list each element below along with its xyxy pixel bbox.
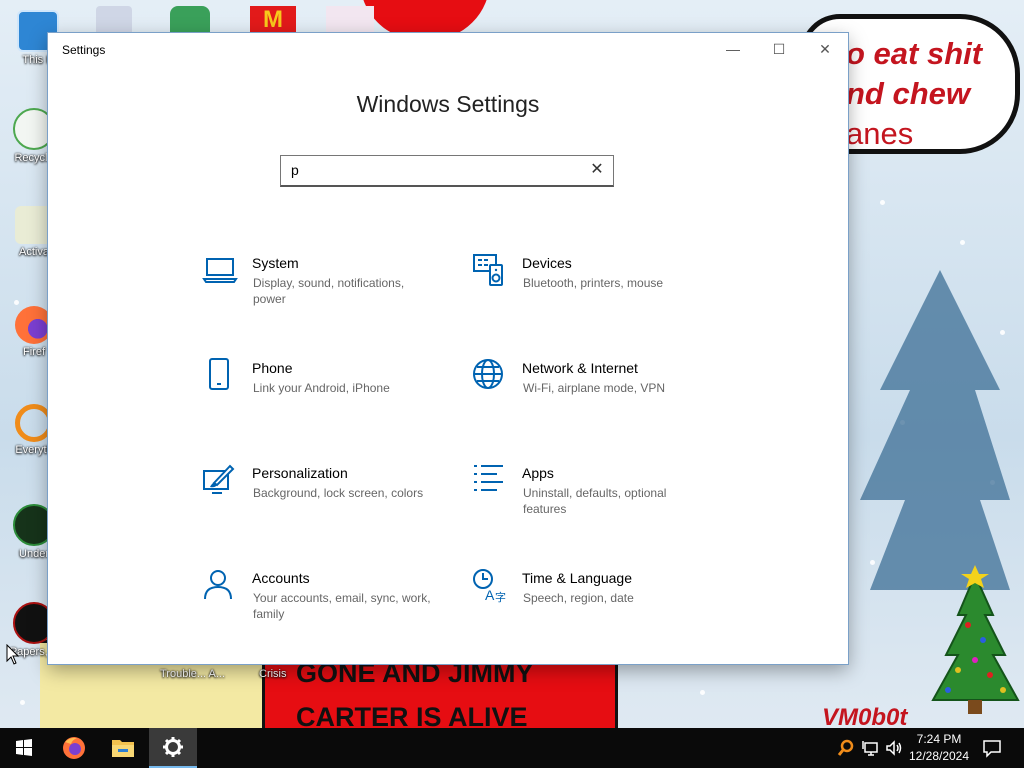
clock-time: 7:24 PM: [916, 732, 962, 746]
tile-apps[interactable]: Apps Uninstall, defaults, optional featu…: [472, 463, 712, 543]
snowflake: [960, 240, 965, 245]
tile-description: Uninstall, defaults, optional features: [523, 486, 667, 516]
clock-date: 12/28/2024: [908, 749, 970, 763]
tile-title: Apps: [522, 465, 554, 481]
tile-description: Bluetooth, printers, mouse: [523, 276, 664, 290]
tile-accounts[interactable]: Accounts Your accounts, email, sync, wor…: [202, 568, 442, 648]
maximize-button[interactable]: ☐: [756, 33, 802, 65]
tile-time-language[interactable]: A 字 Time & Language Speech, region, date: [472, 568, 712, 648]
start-button[interactable]: [0, 728, 48, 768]
mcdonalds-icon[interactable]: M: [250, 6, 296, 34]
tile-personalization[interactable]: Personalization Background, lock screen,…: [202, 463, 442, 543]
settings-gear-icon: [163, 737, 183, 757]
taskbar-file-explorer[interactable]: [99, 728, 147, 768]
tile-network-internet[interactable]: Network & Internet Wi-Fi, airplane mode,…: [472, 358, 712, 438]
tile-title: Network & Internet: [522, 360, 638, 376]
tile-description: Speech, region, date: [523, 591, 634, 605]
desktop-icon-partial[interactable]: [170, 6, 210, 36]
desktop-icon-trouble[interactable]: Trouble... A...: [160, 668, 225, 680]
svg-text:A: A: [485, 587, 495, 603]
window-title: Settings: [62, 43, 106, 57]
file-explorer-icon: [112, 740, 134, 757]
apps-list-icon: [474, 465, 503, 491]
taskbar-firefox[interactable]: [50, 728, 98, 768]
taskbar: 7:24 PM 12/28/2024: [0, 728, 1024, 768]
settings-window: Settings — ☐ ✕ Windows Settings ✕ System…: [48, 33, 848, 664]
network-icon[interactable]: [862, 738, 882, 758]
desktop-icon-partial[interactable]: [326, 6, 374, 34]
tile-description: Your accounts, email, sync, work, family: [253, 591, 431, 621]
desktop-icon-partial[interactable]: [96, 6, 132, 36]
clear-search-icon[interactable]: ✕: [587, 160, 607, 180]
page-title: Windows Settings: [356, 91, 540, 117]
tile-title: Accounts: [252, 570, 310, 586]
notifications-icon[interactable]: [982, 738, 1002, 758]
laptop-icon: [202, 258, 238, 283]
artist-signature: VM0b0t: [822, 704, 908, 728]
keyboard-speaker-icon: [473, 254, 503, 286]
phone-icon: [209, 358, 229, 390]
snowflake: [880, 200, 885, 205]
tile-devices[interactable]: Devices Bluetooth, printers, mouse: [472, 253, 712, 333]
desktop-icon-crisis[interactable]: Crisis: [259, 668, 287, 680]
volume-icon[interactable]: [884, 738, 904, 758]
globe-icon: [473, 359, 503, 389]
minimize-button[interactable]: —: [710, 33, 756, 65]
mouse-cursor-icon: [6, 644, 20, 665]
tile-title: System: [252, 255, 299, 271]
paint-icon: [203, 464, 235, 494]
tile-description: Link your Android, iPhone: [253, 381, 390, 395]
snowflake: [700, 690, 705, 695]
tile-title: Devices: [522, 255, 572, 271]
search-input[interactable]: [291, 161, 581, 179]
tile-title: Time & Language: [522, 570, 632, 586]
tile-phone[interactable]: Phone Link your Android, iPhone: [202, 358, 442, 438]
tile-description: Background, lock screen, colors: [253, 486, 424, 500]
title-bar[interactable]: Settings — ☐ ✕: [48, 33, 848, 65]
tile-title: Phone: [252, 360, 293, 376]
everything-search-tray-icon[interactable]: [836, 738, 856, 758]
time-language-icon: A 字: [473, 569, 506, 604]
start-icon: [16, 739, 32, 756]
close-button[interactable]: ✕: [802, 33, 848, 65]
tile-title: Personalization: [252, 465, 348, 481]
svg-text:字: 字: [495, 590, 506, 604]
speech-bubble-text: o eat shit nd chew anes: [846, 36, 983, 151]
tile-description: Wi-Fi, airplane mode, VPN: [523, 381, 666, 395]
search-box[interactable]: ✕: [280, 155, 614, 187]
christmas-tree-image: [928, 565, 1023, 728]
tile-system[interactable]: System Display, sound, notifications, po…: [202, 253, 442, 333]
tile-description: Display, sound, notifications, power: [253, 276, 405, 306]
taskbar-settings[interactable]: [149, 728, 197, 768]
taskbar-clock[interactable]: 7:24 PM 12/28/2024: [906, 731, 972, 765]
snowflake: [20, 700, 25, 705]
firefox-icon: [63, 737, 85, 759]
person-icon: [204, 570, 232, 600]
snowflake: [14, 300, 19, 305]
